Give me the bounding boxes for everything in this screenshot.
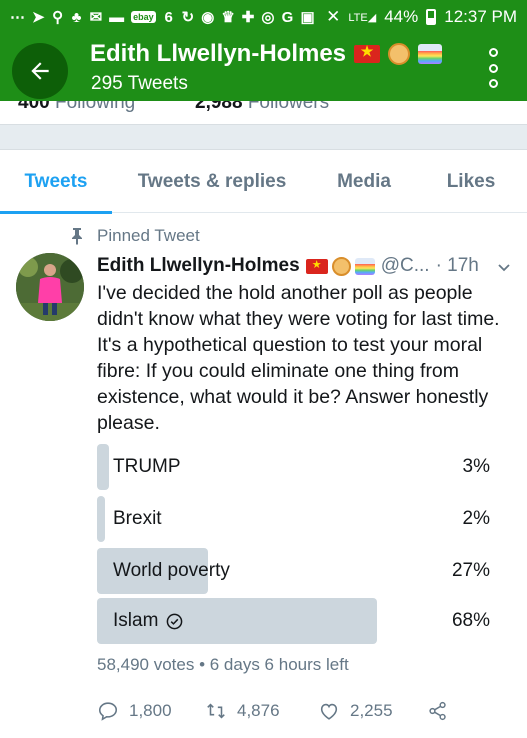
battery-icon [426, 9, 437, 25]
image-icon: ▣ [300, 9, 315, 26]
avatar[interactable] [16, 253, 84, 321]
rainbow-icon [418, 44, 443, 64]
raised-fist-icon [331, 256, 351, 276]
mail-icon: ✉ [89, 9, 103, 26]
reply-button[interactable]: 1,800 [97, 698, 172, 724]
poll-option-label: Brexit [113, 508, 162, 529]
tweet-handle[interactable]: @C... [381, 255, 430, 277]
sync-icon: ↻ [181, 9, 195, 26]
rainbow-icon [354, 257, 375, 275]
tweet-author[interactable]: Edith Llwellyn-Holmes [97, 255, 300, 277]
poll-bar [97, 496, 105, 542]
retweet-button[interactable]: 4,876 [205, 698, 280, 724]
poll-option-label: TRUMP [113, 456, 181, 477]
tweet-time: · 17h [435, 255, 479, 276]
poll-option-label: World poverty [113, 560, 230, 581]
poll-meta: 58,490 votes • 6 days 6 hours left [97, 655, 349, 674]
profile-tabs: Tweets Tweets & replies Media Likes [0, 150, 527, 214]
ebay-icon: ebay [131, 11, 156, 23]
followers-count[interactable]: 2,988 Followers [195, 101, 329, 114]
poll-option-percent: 2% [462, 508, 490, 529]
like-icon [320, 703, 338, 720]
battery-percent: 44% [384, 7, 419, 26]
pin-icon [72, 228, 82, 245]
pinned-label: Pinned Tweet [70, 226, 200, 246]
retweet-icon [207, 703, 225, 719]
location-pin-icon: ⚲ [52, 9, 64, 26]
like-button[interactable]: 2,255 [318, 698, 393, 724]
reply-icon [98, 702, 118, 721]
profile-header: Edith Llwellyn-Holmes 295 Tweets [0, 34, 527, 101]
checkmark-circle-icon [167, 613, 183, 629]
poll-option-world-poverty: World poverty 27% [97, 548, 497, 594]
tweet-header: Edith Llwellyn-Holmes @C... · 17h [97, 255, 512, 277]
plus-icon: ✚ [241, 9, 255, 26]
vietnam-flag-icon [305, 258, 328, 274]
raised-fist-icon [388, 43, 411, 65]
poll-option-label: Islam [113, 598, 183, 644]
following-count[interactable]: 400 Following [18, 101, 135, 114]
mute-icon: ✕ [326, 7, 341, 26]
tab-media[interactable]: Media [322, 150, 406, 213]
share-icon [429, 701, 446, 721]
chevron-down-icon[interactable] [496, 259, 512, 275]
chat-icon: ▬ [109, 8, 125, 26]
navigation-icon: ➤ [32, 9, 45, 26]
six-icon: 6 [164, 8, 173, 26]
share-button[interactable] [427, 698, 459, 724]
notification-icons: ⋯ ➤ ⚲ ♣ ✉ ▬ ebay 6 ↻ ◉ ♛ ✚ ◎ G ▣ [10, 8, 315, 27]
poll-option-percent: 27% [451, 560, 490, 581]
header-name: Edith Llwellyn-Holmes [90, 40, 443, 68]
back-button[interactable] [12, 43, 68, 99]
poll-option-islam: Islam 68% [97, 598, 497, 644]
avatar-image [16, 253, 84, 321]
clock: 12:37 PM [444, 7, 517, 26]
section-divider [0, 124, 527, 150]
hangouts-icon: ◉ [201, 9, 215, 26]
poll-option-percent: 3% [462, 456, 490, 477]
tweet-text: I've decided the hold another poll as pe… [97, 282, 500, 434]
crown-icon: ♛ [221, 9, 235, 26]
poll-bar [97, 444, 109, 490]
tweet-count: 295 Tweets [91, 73, 188, 94]
tab-likes[interactable]: Likes [432, 150, 510, 213]
signal-icon: LTE◢ [348, 11, 377, 24]
tweet-actions: 1,800 4,876 2,255 [97, 698, 497, 724]
follow-counts: 400 Following 2,988 Followers [0, 101, 527, 121]
poll-option-brexit: Brexit 2% [97, 496, 497, 542]
vietnam-flag-icon [354, 43, 381, 63]
overflow-menu-icon[interactable] [483, 48, 503, 88]
poll-option-trump: TRUMP 3% [97, 444, 497, 490]
tab-tweets-replies[interactable]: Tweets & replies [124, 150, 300, 213]
status-bar: ⋯ ➤ ⚲ ♣ ✉ ▬ ebay 6 ↻ ◉ ♛ ✚ ◎ G ▣ ✕ LTE◢ … [0, 0, 527, 34]
back-arrow-icon [31, 62, 49, 80]
circle-icon: ◎ [261, 9, 275, 26]
poll-option-percent: 68% [451, 610, 490, 631]
google-icon: G [281, 8, 294, 26]
bell-icon: ♣ [71, 8, 82, 26]
tab-tweets[interactable]: Tweets [0, 150, 112, 214]
message-bubble-icon: ⋯ [10, 9, 25, 26]
